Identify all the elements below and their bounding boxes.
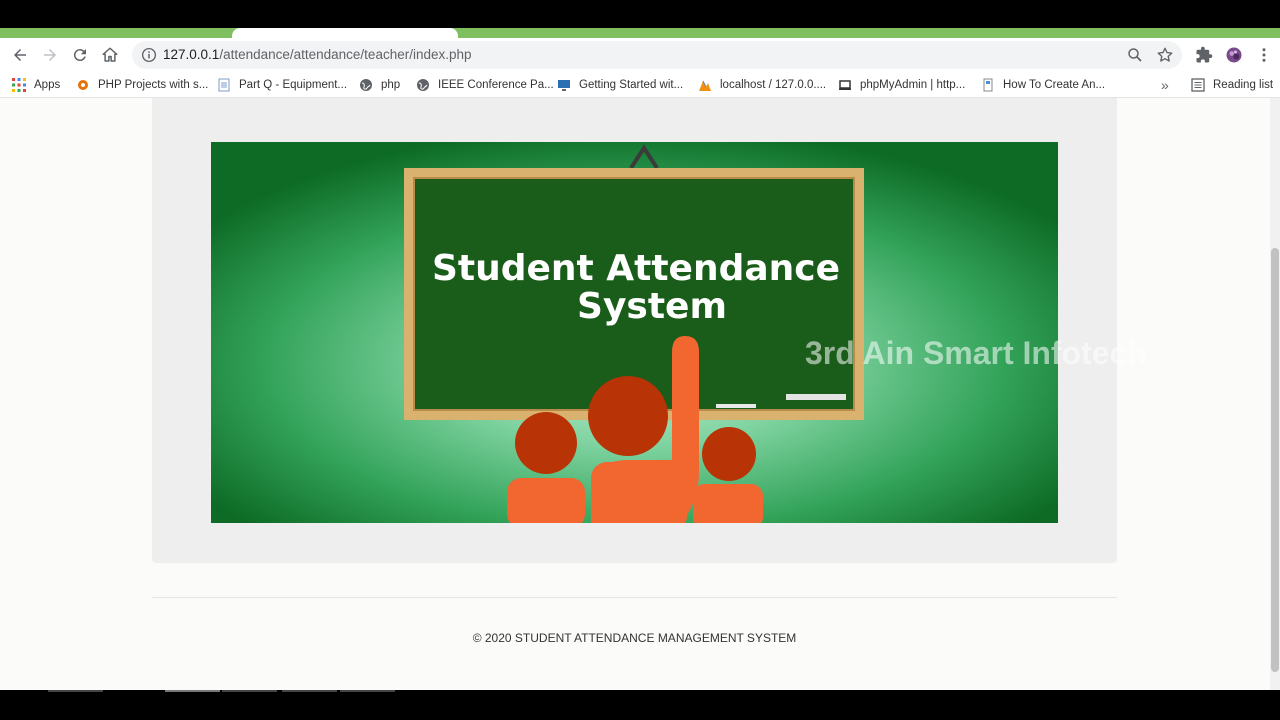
window-top-bar — [0, 0, 1280, 28]
bookmark-label: PHP Projects with s... — [98, 79, 209, 91]
profile-button[interactable] — [1222, 43, 1246, 67]
banner-title-line2: System — [577, 286, 727, 327]
home-button[interactable] — [98, 43, 122, 67]
address-bar[interactable]: 127.0.0.1/attendance/attendance/teacher/… — [132, 41, 1182, 69]
globe-icon — [360, 79, 372, 91]
browser-toolbar: 127.0.0.1/attendance/attendance/teacher/… — [0, 38, 1280, 72]
student-head-center — [588, 376, 668, 456]
active-tab[interactable] — [232, 28, 458, 38]
apps-grid-icon — [12, 78, 26, 92]
student-head-left — [515, 412, 577, 474]
phpmyadmin-icon — [699, 80, 711, 91]
banner-illustration: Student Attendance System — [211, 142, 1058, 523]
page-scrollbar[interactable] — [1270, 98, 1280, 690]
bookmark-label: How To Create An... — [1003, 79, 1106, 91]
bookmark-label: php — [381, 79, 401, 91]
reload-icon — [73, 49, 86, 62]
student-body-left — [507, 478, 585, 523]
bookmark-label: Apps — [34, 79, 61, 91]
content-panel: Student Attendance System 3rd Ain Smart … — [152, 98, 1147, 563]
document-icon — [218, 78, 230, 92]
bookmark-star-icon[interactable] — [1156, 46, 1174, 64]
bookmark-ieee[interactable]: IEEE Conference Pa... — [416, 77, 554, 93]
url-text[interactable]: 127.0.0.1/attendance/attendance/teacher/… — [163, 47, 472, 62]
back-button[interactable] — [8, 43, 32, 67]
bookmark-php-projects[interactable]: PHP Projects with s... — [76, 77, 208, 93]
student-head-right — [702, 427, 756, 481]
avatar — [1226, 47, 1242, 63]
extensions-button[interactable] — [1192, 43, 1216, 67]
bookmarks-bar: Apps PHP Projects with s... Part Q - Equ… — [0, 72, 1280, 98]
bookmark-localhost[interactable]: localhost / 127.0.0.... — [698, 77, 826, 93]
url-host: 127.0.0.1 — [163, 47, 220, 62]
forward-button[interactable] — [38, 43, 62, 67]
chalk-eraser — [786, 394, 846, 400]
footer-copyright: © 2020 STUDENT ATTENDANCE MANAGEMENT SYS… — [472, 631, 797, 645]
bookmark-phpmyadmin[interactable]: phpMyAdmin | http... — [838, 77, 965, 93]
taskbar-segment — [340, 690, 395, 692]
bookmark-php[interactable]: php — [359, 77, 400, 93]
reading-list-icon — [1191, 78, 1205, 92]
student-body-right — [693, 484, 763, 523]
bookmark-part-q[interactable]: Part Q - Equipment... — [217, 77, 347, 93]
student-body-center — [591, 462, 687, 523]
scrollbar-thumb[interactable] — [1271, 248, 1279, 672]
bookmark-getting-started[interactable]: Getting Started wit... — [557, 77, 683, 93]
bookmark-how-to-create[interactable]: How To Create An... — [981, 77, 1105, 93]
arrow-right-icon — [44, 49, 56, 61]
window-bottom-bar — [0, 690, 1280, 720]
footer-divider — [152, 597, 1117, 598]
reading-list-label: Reading list — [1213, 79, 1274, 91]
globe-icon — [417, 79, 429, 91]
bookmarks-overflow-button[interactable]: » — [1161, 77, 1169, 93]
php-projects-icon — [78, 80, 88, 90]
chalk-piece — [716, 404, 756, 408]
bookmark-label: Getting Started wit... — [579, 79, 684, 91]
more-vertical-icon — [1262, 48, 1266, 62]
search-zoom-icon[interactable] — [1126, 46, 1144, 64]
info-icon[interactable] — [140, 46, 158, 64]
bookmark-label: localhost / 127.0.0.... — [720, 79, 827, 91]
arrow-left-icon — [14, 49, 26, 61]
puzzle-icon — [1196, 46, 1213, 63]
url-path: /attendance/attendance/teacher/index.php — [219, 47, 472, 62]
tab-strip — [0, 28, 1280, 38]
taskbar-segment — [282, 690, 337, 692]
bookmark-label: phpMyAdmin | http... — [860, 79, 966, 91]
video-watermark: 3rd Ain Smart Infotech — [805, 335, 1147, 371]
bookmark-label: IEEE Conference Pa... — [438, 79, 554, 91]
taskbar-segment — [222, 690, 277, 692]
browser-menu-button[interactable] — [1252, 43, 1276, 67]
bookmark-label: Part Q - Equipment... — [239, 79, 348, 91]
page-icon — [983, 78, 993, 92]
banner-title-line1: Student Attendance — [432, 248, 840, 289]
reading-list-button[interactable]: Reading list — [1191, 77, 1273, 93]
monitor-icon — [558, 80, 570, 91]
bookmark-apps[interactable]: Apps — [12, 77, 60, 93]
home-icon — [102, 47, 118, 62]
taskbar-segment — [48, 690, 103, 692]
page-viewport: Student Attendance System 3rd Ain Smart … — [0, 98, 1270, 690]
reload-button[interactable] — [68, 43, 92, 67]
banner-image: Student Attendance System — [211, 142, 1058, 523]
laptop-icon — [839, 80, 851, 90]
taskbar-segment — [165, 690, 220, 692]
